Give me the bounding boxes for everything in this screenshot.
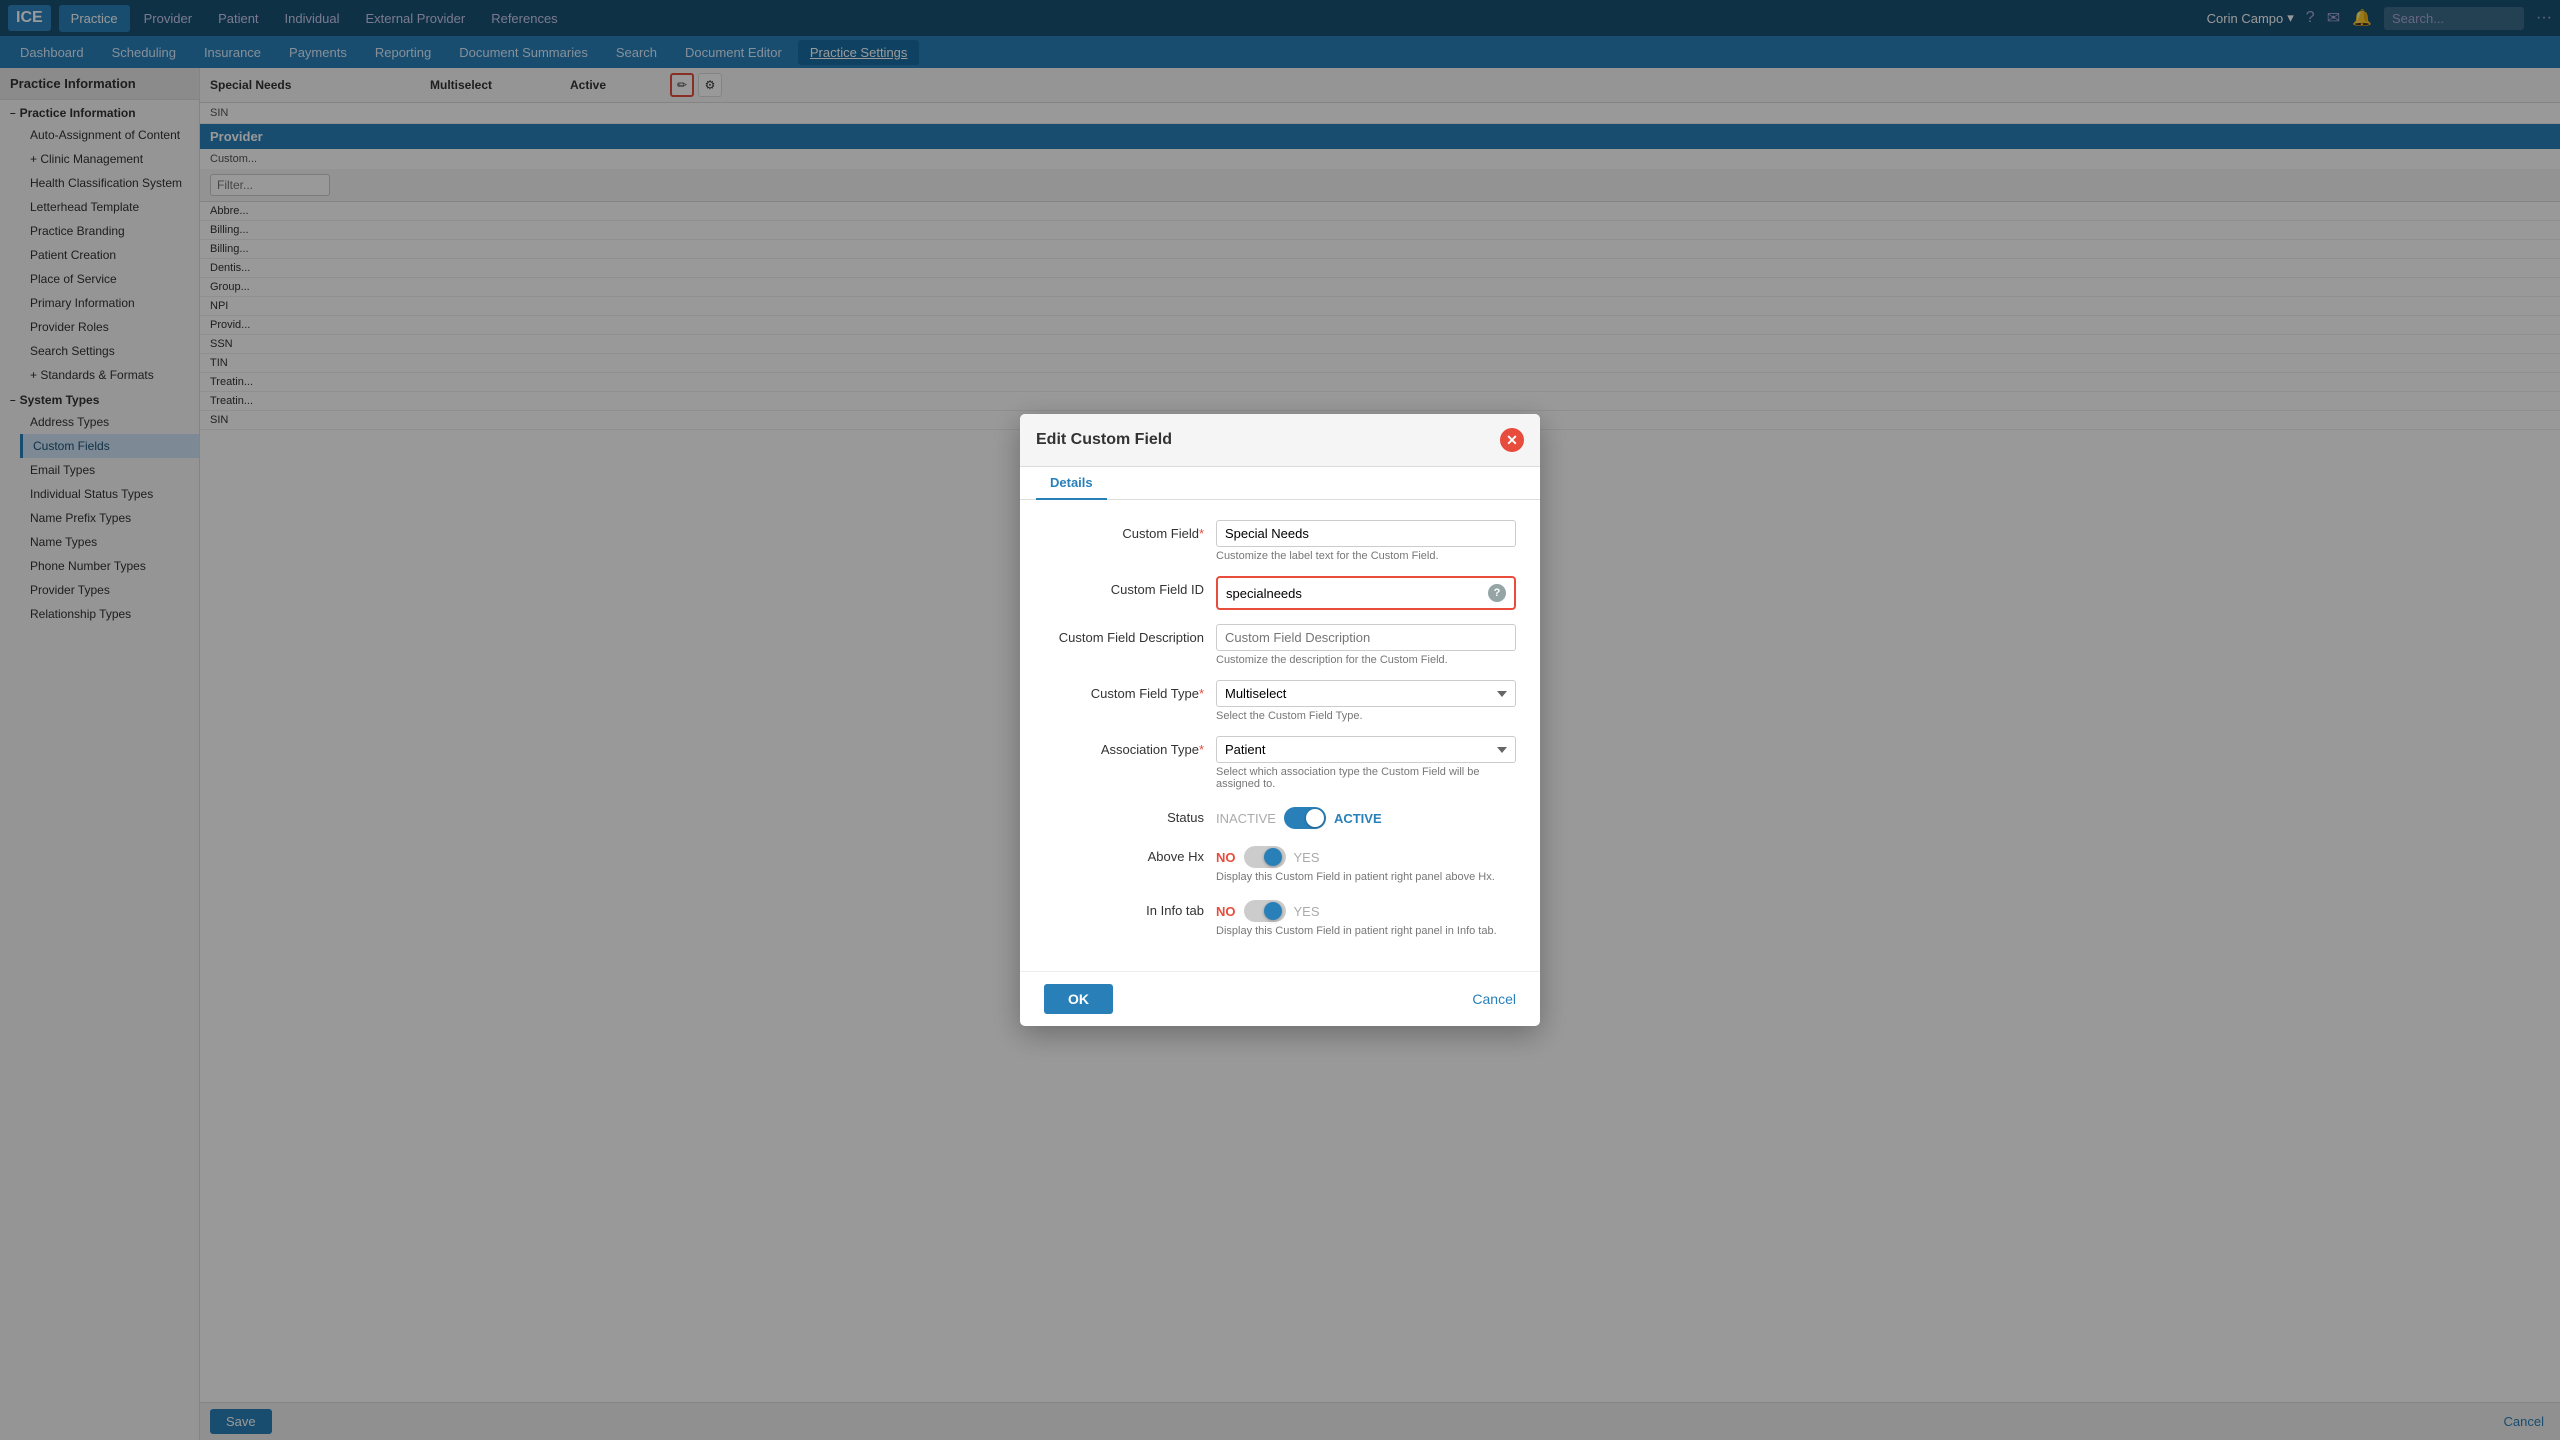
custom-field-desc-field: Customize the description for the Custom…: [1216, 624, 1516, 666]
ok-button[interactable]: OK: [1044, 984, 1113, 1014]
above-hx-row: Above Hx NO YES Display this Custom Fiel…: [1044, 843, 1516, 883]
custom-field-desc-input[interactable]: [1216, 624, 1516, 651]
custom-field-id-row: Custom Field ID ?: [1044, 576, 1516, 610]
custom-field-label: Custom Field*: [1044, 520, 1204, 541]
modal-tabs: Details: [1020, 467, 1540, 500]
modal-close-button[interactable]: ✕: [1500, 428, 1524, 452]
help-icon-btn[interactable]: ?: [1488, 584, 1506, 602]
in-info-no-label: NO: [1216, 904, 1236, 919]
required-marker: *: [1199, 526, 1204, 541]
association-type-label: Association Type*: [1044, 736, 1204, 757]
custom-field-type-select[interactable]: Multiselect Text Dropdown Date Number: [1216, 680, 1516, 707]
toggle-knob-in-info: [1264, 902, 1282, 920]
custom-field-id-label: Custom Field ID: [1044, 576, 1204, 597]
association-type-field: Patient Provider Individual Select which…: [1216, 736, 1516, 790]
modal-header: Edit Custom Field ✕: [1020, 414, 1540, 467]
status-field: INACTIVE ACTIVE: [1216, 804, 1516, 829]
above-hx-no-label: NO: [1216, 850, 1236, 865]
in-info-tab-field: NO YES Display this Custom Field in pati…: [1216, 897, 1516, 937]
required-marker-assoc: *: [1199, 742, 1204, 757]
custom-field-id-input[interactable]: [1226, 586, 1482, 601]
custom-field-type-row: Custom Field Type* Multiselect Text Drop…: [1044, 680, 1516, 722]
custom-field-type-label: Custom Field Type*: [1044, 680, 1204, 701]
status-label: Status: [1044, 804, 1204, 825]
above-hx-label: Above Hx: [1044, 843, 1204, 864]
custom-field-type-hint: Select the Custom Field Type.: [1216, 710, 1516, 722]
above-hx-toggle-group: NO YES: [1216, 843, 1516, 868]
modal-footer: OK Cancel: [1020, 971, 1540, 1026]
modal-title: Edit Custom Field: [1036, 431, 1172, 449]
custom-field-id-container: ?: [1216, 576, 1516, 610]
edit-custom-field-modal: Edit Custom Field ✕ Details Custom Field…: [1020, 414, 1540, 1026]
above-hx-hint: Display this Custom Field in patient rig…: [1216, 871, 1516, 883]
tab-details[interactable]: Details: [1036, 467, 1107, 500]
above-hx-field: NO YES Display this Custom Field in pati…: [1216, 843, 1516, 883]
toggle-knob-above-hx: [1264, 848, 1282, 866]
custom-field-desc-label: Custom Field Description: [1044, 624, 1204, 645]
in-info-tab-label: In Info tab: [1044, 897, 1204, 918]
custom-field-field: Customize the label text for the Custom …: [1216, 520, 1516, 562]
custom-field-id-field: ?: [1216, 576, 1516, 610]
custom-field-row: Custom Field* Customize the label text f…: [1044, 520, 1516, 562]
modal-overlay: Edit Custom Field ✕ Details Custom Field…: [0, 0, 2560, 1440]
modal-cancel-button[interactable]: Cancel: [1472, 991, 1516, 1007]
in-info-yes-label: YES: [1294, 904, 1320, 919]
in-info-tab-toggle-group: NO YES: [1216, 897, 1516, 922]
custom-field-desc-hint: Customize the description for the Custom…: [1216, 654, 1516, 666]
custom-field-desc-row: Custom Field Description Customize the d…: [1044, 624, 1516, 666]
association-type-hint: Select which association type the Custom…: [1216, 766, 1516, 790]
association-type-select[interactable]: Patient Provider Individual: [1216, 736, 1516, 763]
inactive-label: INACTIVE: [1216, 811, 1276, 826]
custom-field-hint: Customize the label text for the Custom …: [1216, 550, 1516, 562]
above-hx-toggle[interactable]: [1244, 846, 1286, 868]
in-info-tab-toggle[interactable]: [1244, 900, 1286, 922]
status-toggle[interactable]: [1284, 807, 1326, 829]
active-label: ACTIVE: [1334, 811, 1382, 826]
custom-field-input[interactable]: [1216, 520, 1516, 547]
association-type-row: Association Type* Patient Provider Indiv…: [1044, 736, 1516, 790]
status-row: Status INACTIVE ACTIVE: [1044, 804, 1516, 829]
required-marker-type: *: [1199, 686, 1204, 701]
custom-field-type-field: Multiselect Text Dropdown Date Number Se…: [1216, 680, 1516, 722]
in-info-tab-hint: Display this Custom Field in patient rig…: [1216, 925, 1516, 937]
toggle-knob: [1306, 809, 1324, 827]
in-info-tab-row: In Info tab NO YES Display this Custom F…: [1044, 897, 1516, 937]
modal-body: Custom Field* Customize the label text f…: [1020, 500, 1540, 971]
status-toggle-group: INACTIVE ACTIVE: [1216, 804, 1516, 829]
above-hx-yes-label: YES: [1294, 850, 1320, 865]
